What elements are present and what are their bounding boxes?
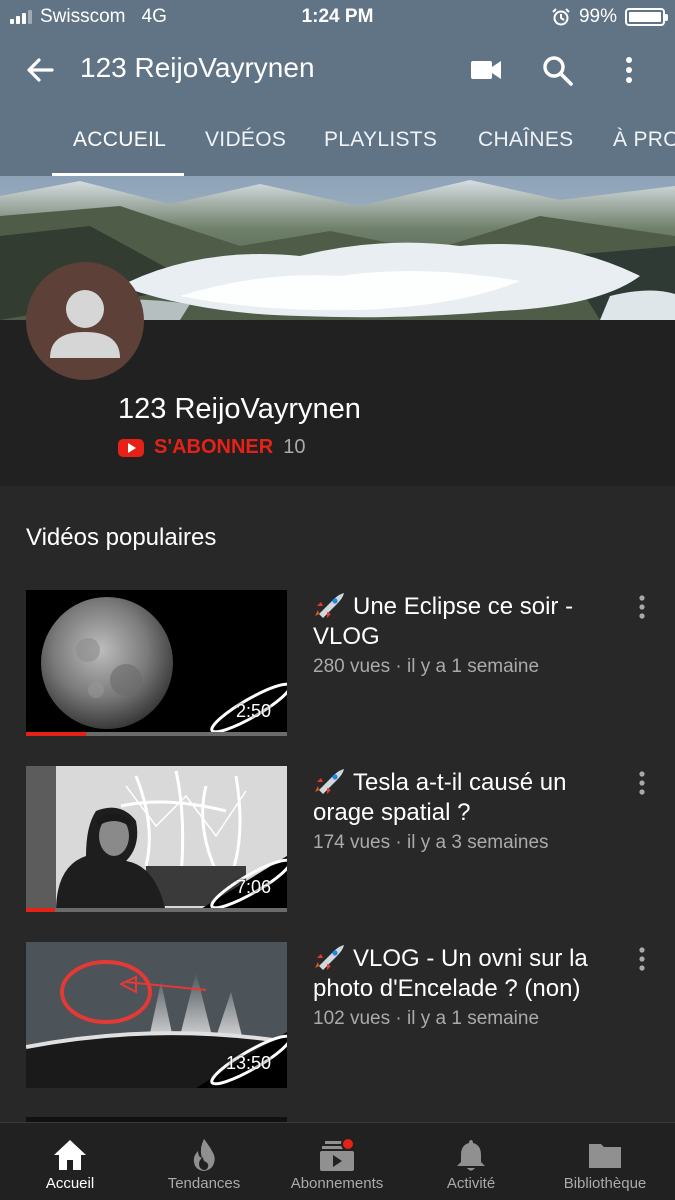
battery-percent: 99% [578,6,617,27]
watch-progress [26,732,287,736]
watch-progress [26,908,287,912]
folder-icon [589,1144,621,1168]
video-duration: 2:50 [235,701,271,721]
nav-accueil[interactable]: Accueil [0,1123,140,1200]
nav-label: Tendances [167,1175,241,1192]
bell-icon [457,1140,485,1171]
nav-label: Accueil [45,1175,95,1192]
default-avatar-icon [50,290,120,358]
section-title: Vidéos populaires [26,524,217,551]
video-title-text: Une Eclipse ce soir - VLOG [313,593,574,650]
rocket-icon [315,593,344,618]
video-title[interactable]: Tesla a-t-il causé un orage spatial ? [313,768,623,828]
app-bar-title: 123 ReijoVayrynen [80,52,315,83]
video-thumbnail[interactable]: 7:06 [26,766,287,912]
search-icon[interactable] [539,52,575,88]
nav-label: Bibliothèque [563,1175,647,1192]
status-right: 99% [551,6,668,28]
nav-bibliotheque[interactable]: Bibliothèque [535,1123,675,1200]
app-bar: 123 ReijoVayrynen [0,36,675,104]
video-title[interactable]: VLOG - Un ovni sur la photo d'Encelade ?… [313,944,623,1004]
tab-playlists[interactable]: PLAYLISTS [324,128,437,152]
status-bar: Swisscom 4G 1:24 PM 99% [0,0,675,36]
video-meta: 102 vues · il y a 1 semaine [313,1008,540,1029]
video-menu-icon[interactable] [630,592,654,622]
rocket-icon [315,769,344,794]
bottom-nav: Accueil Tendances Abonnements Activité B… [0,1122,675,1200]
video-meta: 174 vues · il y a 3 semaines [313,832,549,853]
subscriber-count: 10 [283,436,306,458]
tab-accueil[interactable]: ACCUEIL [73,128,166,152]
nav-label: Activité [446,1175,496,1192]
video-duration: 13:50 [225,1053,271,1073]
alarm-icon [552,8,570,26]
video-duration: 7:06 [235,877,271,897]
video-item[interactable]: 13:50 VLOG - Un ovni sur la photo d'Ence… [0,942,675,1092]
video-meta: 280 vues · il y a 1 semaine [313,656,540,677]
video-item[interactable]: 2:50 Une Eclipse ce soir - VLOG 280 vues… [0,590,675,740]
back-arrow-icon[interactable] [22,52,58,88]
video-item[interactable]: 7:06 Tesla a-t-il causé un orage spatial… [0,766,675,916]
video-thumbnail[interactable]: 2:50 [26,590,287,736]
video-title-text: Tesla a-t-il causé un orage spatial ? [313,769,567,826]
subscribe-row[interactable]: S'ABONNER 10 [118,436,305,459]
video-menu-icon[interactable] [630,944,654,974]
rocket-icon [315,945,344,970]
channel-tabs: ACCUEIL VIDÉOS PLAYLISTS CHAÎNES À PRO [0,104,675,176]
nav-activite[interactable]: Activité [401,1123,541,1200]
subscribe-button[interactable]: S'ABONNER [154,436,273,459]
video-camera-icon[interactable] [468,52,504,88]
tab-chaines[interactable]: CHAÎNES [478,128,573,152]
tab-a-propos[interactable]: À PRO [613,128,675,152]
avatar[interactable] [26,262,144,380]
video-thumbnail[interactable]: 13:50 [26,942,287,1088]
nav-tendances[interactable]: Tendances [134,1123,274,1200]
subscriptions-icon [320,1137,355,1171]
video-menu-icon[interactable] [630,768,654,798]
flame-icon [193,1139,215,1171]
more-vert-icon[interactable] [611,52,647,88]
nav-abonnements[interactable]: Abonnements [267,1123,407,1200]
home-icon [54,1140,86,1170]
youtube-logo-icon [118,438,144,457]
battery-icon [625,8,668,26]
video-title[interactable]: Une Eclipse ce soir - VLOG [313,592,623,652]
channel-name: 123 ReijoVayrynen [118,393,361,425]
nav-label: Abonnements [290,1175,384,1192]
video-title-text: VLOG - Un ovni sur la photo d'Encelade ?… [313,945,588,1002]
tab-videos[interactable]: VIDÉOS [205,128,286,152]
